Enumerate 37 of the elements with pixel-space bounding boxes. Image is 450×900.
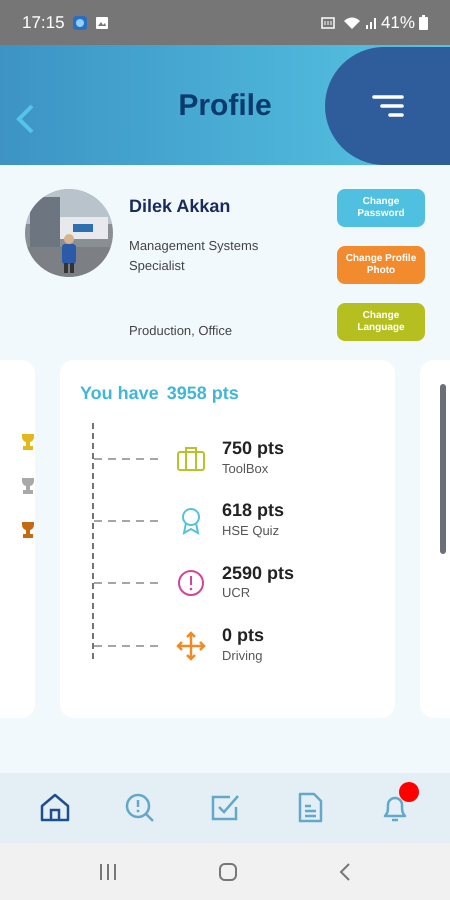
battery-percent: 41%: [380, 12, 415, 34]
category-name: UCR: [222, 584, 252, 602]
menu-icon: [372, 94, 404, 118]
department: Production, Office: [129, 322, 234, 340]
connector-line: [94, 581, 160, 586]
move-icon: [176, 630, 206, 661]
connector-line: [94, 518, 160, 523]
alert-icon: [176, 568, 206, 598]
category-points: 2590 pts: [222, 564, 294, 584]
connector-line: [94, 456, 160, 461]
points-label: You have: [80, 382, 159, 405]
image-icon: [94, 16, 109, 30]
job-title: Management Systems Specialist: [129, 237, 260, 275]
wifi-icon: [342, 16, 361, 30]
page-title: Profile: [178, 88, 272, 124]
status-time: 17:15: [22, 12, 65, 34]
back-icon[interactable]: [338, 862, 352, 882]
profile-action-button[interactable]: Change Password: [337, 189, 425, 227]
signal-icon: [364, 16, 377, 30]
home-button-icon[interactable]: [218, 862, 238, 882]
battery-icon: [419, 15, 428, 30]
user-name: Dilek Akkan: [129, 195, 232, 218]
category-points: 0 pts: [222, 626, 264, 646]
points-total: 3958 pts: [166, 382, 239, 405]
nav-tab[interactable]: [38, 792, 71, 824]
category-points: 750 pts: [222, 439, 284, 459]
profile-action-button[interactable]: Change Profile Photo: [337, 246, 425, 284]
volte-icon: [320, 16, 335, 30]
connector-line: [94, 644, 160, 648]
recents-icon[interactable]: [98, 862, 118, 880]
menu-button[interactable]: [325, 47, 450, 165]
category-name: ToolBox: [222, 460, 270, 478]
app-notification-icon: [72, 16, 87, 30]
profile-action-button[interactable]: Change Language: [337, 303, 425, 341]
category-name: Driving: [222, 646, 264, 665]
category-name: HSE Quiz: [222, 522, 280, 540]
category-points: 618 pts: [222, 501, 284, 522]
